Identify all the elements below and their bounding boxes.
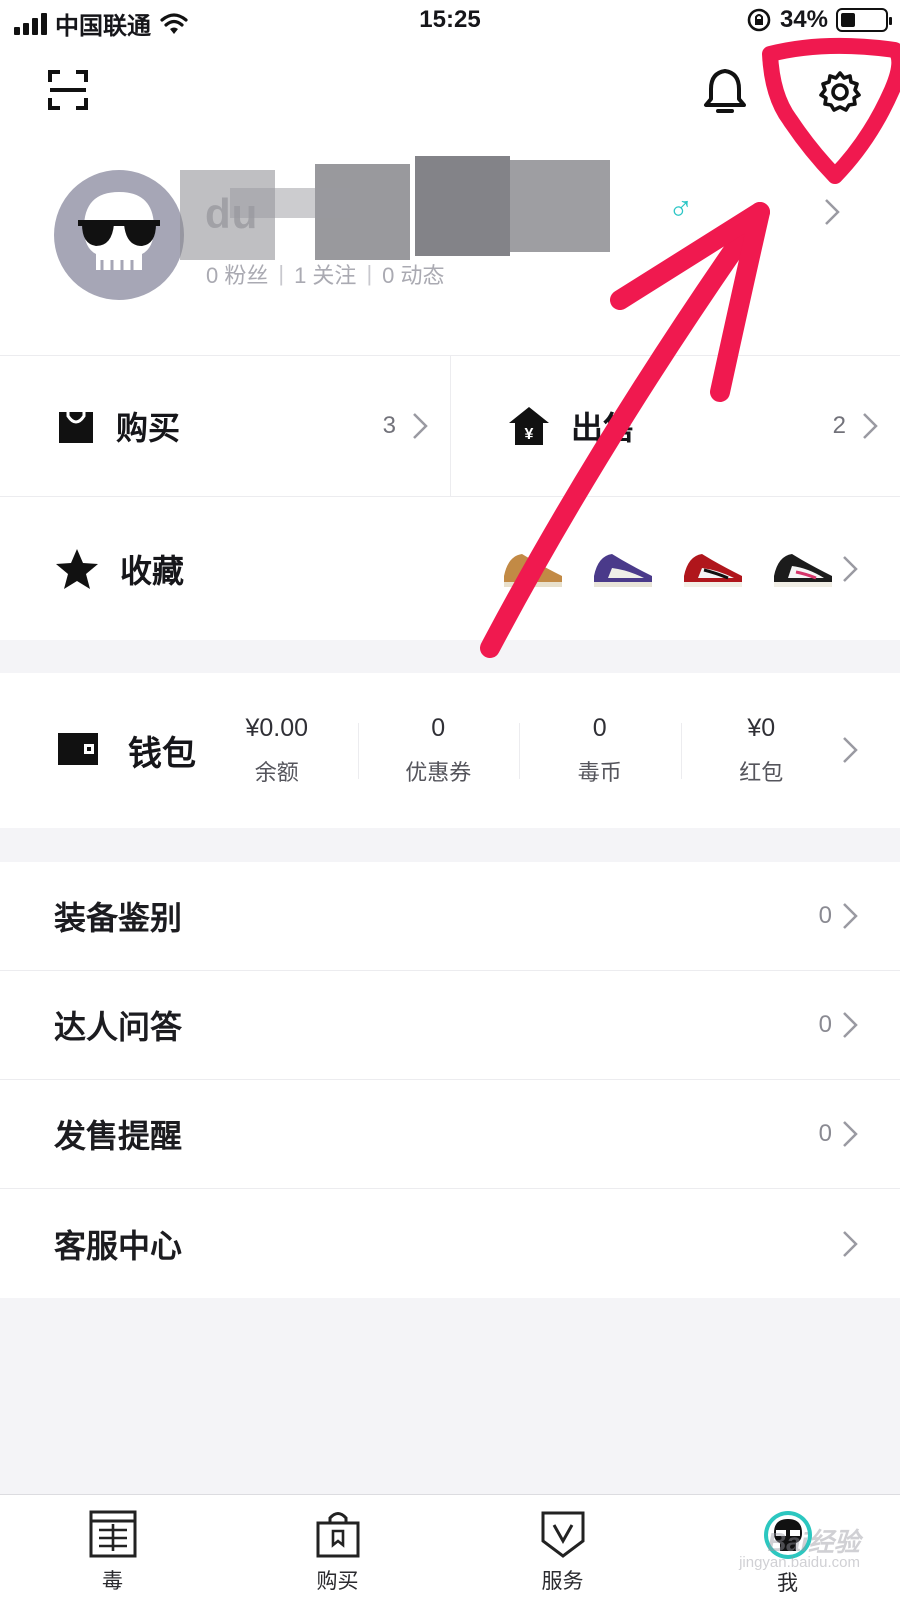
scan-icon xyxy=(48,70,88,110)
shopping-bag-icon xyxy=(316,1512,359,1558)
gender-icon: ♂ xyxy=(668,190,694,228)
status-bar: 中国联通 15:25 34% xyxy=(0,0,900,44)
section-divider xyxy=(0,828,900,862)
wallet-coins[interactable]: 0 毒币 xyxy=(519,673,681,828)
redaction-scribble xyxy=(180,156,610,260)
follow-count[interactable]: 1 关注 xyxy=(294,258,356,290)
avatar[interactable] xyxy=(54,170,184,300)
chevron-right-icon xyxy=(843,1230,858,1257)
tab-du[interactable]: 毒 xyxy=(0,1495,225,1600)
watermark-url: jingyan.baidu.com xyxy=(739,1554,860,1571)
favorites-row[interactable]: 收藏 xyxy=(0,497,900,640)
profile-stats: 0 粉丝 | 1 关注 | 0 动态 xyxy=(206,258,445,290)
menu-item-expert-qa[interactable]: 达人问答 0 xyxy=(0,971,900,1080)
empty-area xyxy=(0,1298,900,1494)
fans-count[interactable]: 0 粉丝 xyxy=(206,258,268,290)
order-cards: 购买 3 ¥ 出售 2 xyxy=(0,355,900,497)
menu-item-customer-service[interactable]: 客服中心 xyxy=(0,1189,900,1298)
svg-text:¥: ¥ xyxy=(525,426,534,443)
wallet-value: 0 xyxy=(431,714,446,742)
tab-label: 服务 xyxy=(541,1570,584,1593)
favorites-label: 收藏 xyxy=(120,552,185,589)
chevron-right-icon xyxy=(863,413,878,439)
tab-service[interactable]: 服务 xyxy=(450,1495,675,1600)
menu-item-count: 0 xyxy=(818,1120,832,1147)
wallet-item-label: 红包 xyxy=(739,760,784,785)
battery-percent: 34% xyxy=(779,6,828,33)
sell-label: 出售 xyxy=(571,410,636,446)
menu-item-label: 发售提醒 xyxy=(54,1118,183,1154)
tab-label: 购买 xyxy=(316,1570,359,1593)
chevron-right-icon xyxy=(843,1012,858,1038)
wallet-items: ¥0.00 余额 0 优惠券 0 毒币 ¥0 红包 xyxy=(196,673,842,828)
wallet-coupons[interactable]: 0 优惠券 xyxy=(357,673,520,828)
menu-item-label: 达人问答 xyxy=(54,1009,183,1045)
battery-fill xyxy=(841,13,855,27)
menu-item-count: 0 xyxy=(818,902,832,929)
wallet-value: 0 xyxy=(592,714,607,742)
chevron-right-icon xyxy=(843,737,858,763)
shield-v-icon xyxy=(541,1511,584,1558)
buy-count: 3 xyxy=(382,412,396,439)
menu-item-label: 装备鉴别 xyxy=(54,900,183,936)
rotation-lock-icon xyxy=(747,8,771,32)
chevron-right-icon xyxy=(413,413,428,439)
status-right: 34% xyxy=(746,6,892,34)
sneaker-thumbnail[interactable] xyxy=(588,546,658,592)
chevron-right-icon xyxy=(843,555,858,582)
stats-separator: | xyxy=(366,261,373,286)
favorite-thumbnails xyxy=(498,546,838,592)
skull-sunglasses-icon xyxy=(78,192,160,270)
notification-button[interactable] xyxy=(700,66,750,116)
buy-card[interactable]: 购买 3 xyxy=(0,356,450,496)
posts-count[interactable]: 0 动态 xyxy=(382,258,444,290)
sneaker-thumbnail[interactable] xyxy=(678,546,748,592)
menu-item-count: 0 xyxy=(818,1011,832,1038)
tab-bar: 毒 购买 服务 我 xyxy=(0,1494,900,1600)
store-yen-icon: ¥ xyxy=(509,407,549,445)
star-icon xyxy=(56,548,98,589)
wallet-value: ¥0 xyxy=(747,714,776,742)
menu-item-gear-authentication[interactable]: 装备鉴别 0 xyxy=(0,862,900,971)
tab-label: 我 xyxy=(777,1572,798,1595)
wallet-item-label: 毒币 xyxy=(577,760,622,785)
menu-list: 装备鉴别 0 达人问答 0 发售提醒 0 客服中心 xyxy=(0,862,900,1298)
wallet-value: ¥0.00 xyxy=(245,714,309,742)
chevron-right-icon xyxy=(843,1121,858,1147)
newspaper-icon xyxy=(89,1510,136,1558)
sneaker-thumbnail[interactable] xyxy=(768,546,838,592)
menu-item-label: 客服中心 xyxy=(54,1227,183,1264)
section-divider xyxy=(0,640,900,673)
wallet-item-label: 余额 xyxy=(254,760,299,785)
settings-button[interactable] xyxy=(816,68,864,116)
profile-chevron-icon[interactable] xyxy=(824,198,840,226)
scan-button[interactable] xyxy=(46,68,90,112)
gear-icon xyxy=(819,71,861,112)
wallet-red-packets[interactable]: ¥0 红包 xyxy=(680,673,843,828)
sell-count: 2 xyxy=(832,412,846,439)
battery-icon xyxy=(836,8,892,32)
wallet-icon xyxy=(58,733,98,765)
bell-icon xyxy=(704,69,746,113)
wallet-balance[interactable]: ¥0.00 余额 xyxy=(196,673,358,828)
stats-separator: | xyxy=(278,261,285,286)
buy-label: 购买 xyxy=(116,410,181,446)
menu-item-release-reminder[interactable]: 发售提醒 0 xyxy=(0,1080,900,1189)
sneaker-thumbnail[interactable] xyxy=(498,546,568,592)
wallet-item-label: 优惠券 xyxy=(405,760,472,785)
tab-buy[interactable]: 购买 xyxy=(225,1495,450,1600)
wallet-row[interactable]: 钱包 ¥0.00 余额 0 优惠券 0 毒币 ¥0 红包 xyxy=(0,673,900,828)
sell-card[interactable]: ¥ 出售 2 xyxy=(450,356,900,496)
shopping-bag-icon xyxy=(59,412,93,443)
chevron-right-icon xyxy=(843,903,858,929)
wallet-label: 钱包 xyxy=(128,735,196,773)
tab-label: 毒 xyxy=(102,1570,123,1593)
